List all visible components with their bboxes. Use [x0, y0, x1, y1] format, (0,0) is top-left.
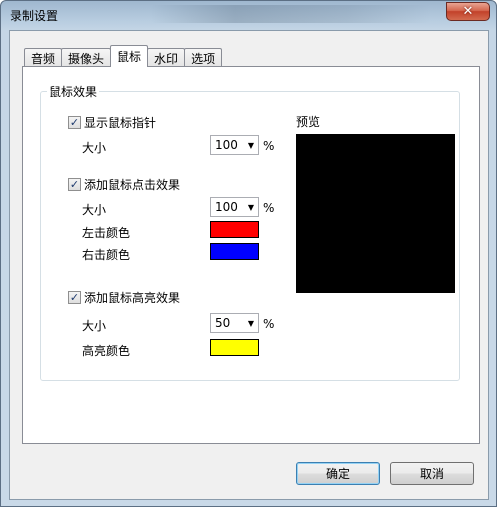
- highlight-color-swatch[interactable]: [210, 339, 259, 356]
- tab-watermark[interactable]: 水印: [147, 48, 186, 67]
- pointer-size-value: 100: [215, 138, 238, 152]
- tab-camera[interactable]: 摄像头: [61, 48, 112, 67]
- tab-strip: 音频 摄像头 鼠标 水印 选项: [24, 45, 223, 67]
- highlight-effect-checkbox-row[interactable]: ✓ 添加鼠标高亮效果: [68, 289, 180, 306]
- tab-options[interactable]: 选项: [184, 48, 223, 67]
- left-click-color-label: 左击颜色: [82, 226, 131, 240]
- title-bar-decoration: [151, 5, 431, 23]
- check-icon: ✓: [69, 116, 80, 129]
- click-size-dropdown[interactable]: 100 ▼: [210, 197, 259, 217]
- chevron-down-icon: ▼: [247, 202, 254, 212]
- click-size-unit: %: [263, 201, 275, 215]
- highlight-size-dropdown[interactable]: 50 ▼: [210, 313, 259, 333]
- check-icon: ✓: [69, 291, 80, 304]
- dialog-client-area: 音频 摄像头 鼠标 水印 选项 鼠标效果 ✓ 显示鼠标指针 大小 100 ▼ %: [9, 30, 489, 500]
- group-title: 鼠标效果: [47, 83, 100, 100]
- show-pointer-checkbox-row[interactable]: ✓ 显示鼠标指针: [68, 114, 156, 131]
- right-click-color-label: 右击颜色: [82, 248, 131, 262]
- click-size-value: 100: [215, 200, 238, 214]
- click-size-label: 大小: [82, 203, 107, 217]
- pointer-size-label: 大小: [82, 141, 107, 155]
- chevron-down-icon: ▼: [247, 140, 254, 150]
- show-pointer-label: 显示鼠标指针: [84, 116, 157, 130]
- left-click-color-swatch[interactable]: [210, 221, 259, 238]
- cancel-button[interactable]: 取消: [390, 462, 474, 485]
- pointer-size-dropdown[interactable]: 100 ▼: [210, 135, 259, 155]
- title-bar[interactable]: 录制设置 ✕: [1, 1, 496, 29]
- tab-mouse[interactable]: 鼠标: [110, 45, 149, 67]
- ok-button[interactable]: 确定: [296, 462, 380, 485]
- highlight-effect-label: 添加鼠标高亮效果: [84, 291, 181, 305]
- preview-area: [296, 134, 455, 293]
- pointer-size-unit: %: [263, 139, 275, 153]
- check-icon: ✓: [69, 178, 80, 191]
- click-effect-label: 添加鼠标点击效果: [84, 178, 181, 192]
- highlight-color-label: 高亮颜色: [82, 344, 131, 358]
- mouse-tab-panel: 鼠标效果 ✓ 显示鼠标指针 大小 100 ▼ % ✓ 添加鼠标点击效果 大小 1…: [22, 66, 480, 444]
- tab-audio[interactable]: 音频: [24, 48, 63, 67]
- right-click-color-swatch[interactable]: [210, 243, 259, 260]
- highlight-effect-checkbox[interactable]: ✓: [68, 291, 81, 304]
- window-frame: 录制设置 ✕ 音频 摄像头 鼠标 水印 选项 鼠标效果 ✓ 显示鼠标指针 大小: [0, 0, 497, 507]
- window-title: 录制设置: [10, 9, 59, 23]
- highlight-size-label: 大小: [82, 319, 107, 333]
- highlight-size-value: 50: [215, 316, 231, 330]
- highlight-size-unit: %: [263, 317, 275, 331]
- show-pointer-checkbox[interactable]: ✓: [68, 116, 81, 129]
- preview-label: 预览: [296, 115, 321, 129]
- chevron-down-icon: ▼: [247, 318, 254, 328]
- click-effect-checkbox-row[interactable]: ✓ 添加鼠标点击效果: [68, 176, 180, 193]
- close-button[interactable]: ✕: [446, 2, 490, 21]
- click-effect-checkbox[interactable]: ✓: [68, 178, 81, 191]
- close-icon: ✕: [462, 4, 474, 19]
